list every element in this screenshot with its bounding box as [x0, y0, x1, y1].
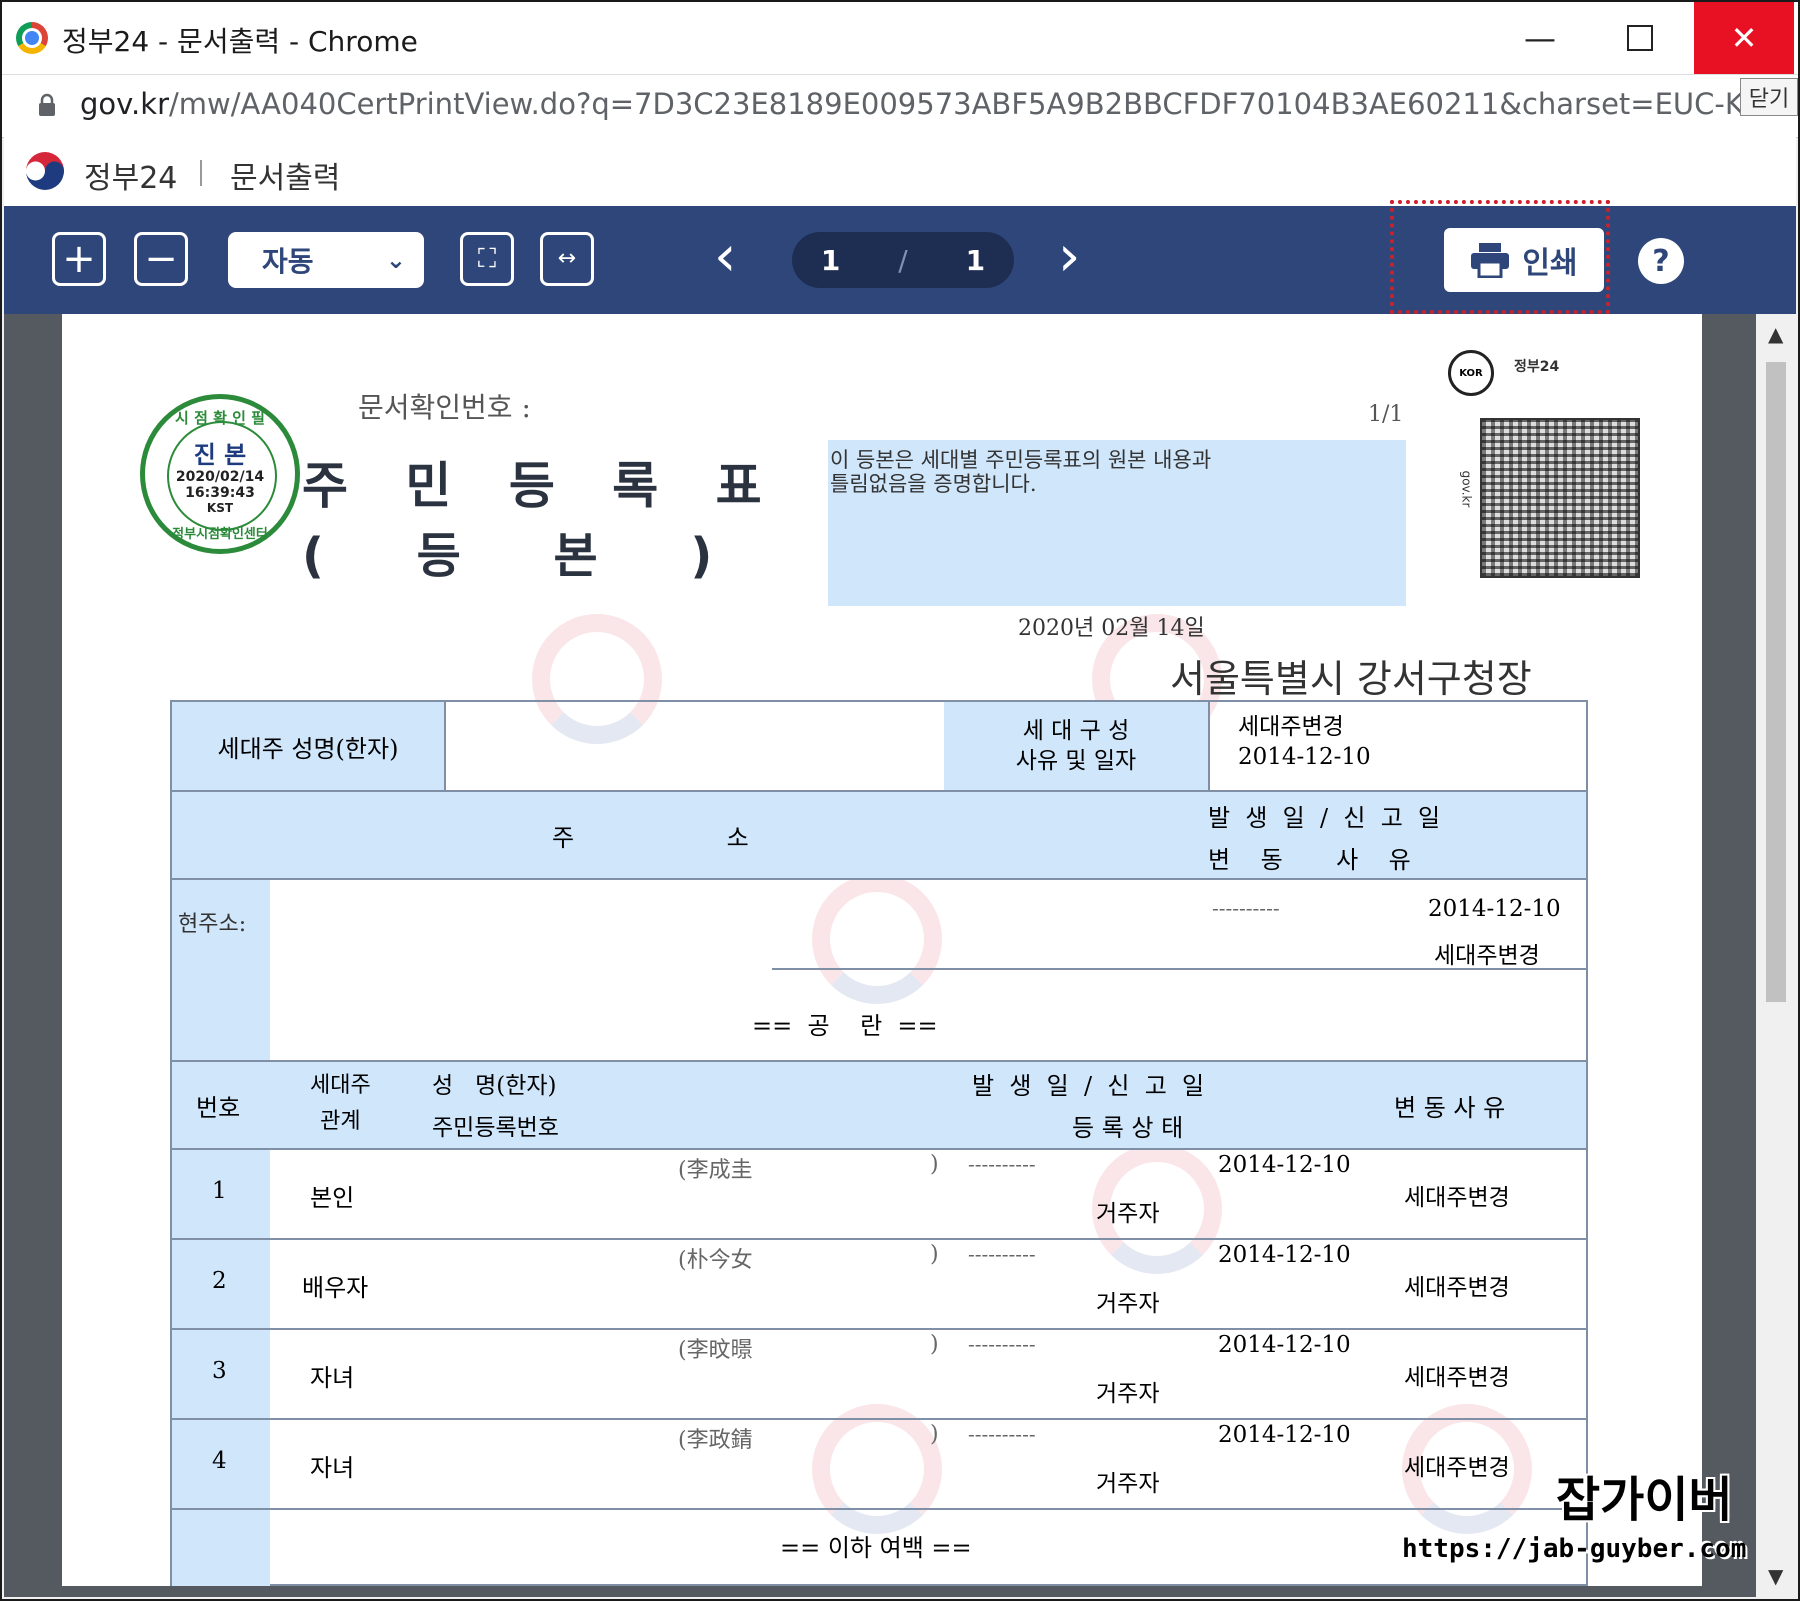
app-header: 정부24 문서출력 — [4, 136, 1796, 207]
current-addr-date: 2014-12-10 — [1428, 896, 1561, 922]
certification-stamp: 시 점 확 인 필 진 본 2020/02/14 16:39:43 KST 정부… — [140, 394, 300, 554]
fit-width-icon[interactable]: ↔ — [540, 232, 594, 286]
page-separator: / — [898, 243, 908, 277]
resident-table: 세대주 성명(한자) 세 대 구 성 사유 및 일자 세대주변경 2014-12… — [170, 700, 1588, 1586]
page-indicator: 1 / 1 — [792, 232, 1014, 288]
chrome-icon — [16, 22, 48, 54]
zoom-in-button[interactable]: + — [52, 232, 106, 286]
lock-icon — [39, 93, 55, 116]
print-highlight-box — [1390, 200, 1610, 314]
kor-seal-icon: KOR — [1448, 350, 1494, 396]
current-addr-dash: ---------- — [1212, 896, 1280, 920]
certification-text: 이 등본은 세대별 주민등록표의 원본 내용과 틀림없음을 증명합니다. — [828, 440, 1406, 606]
household-comp-label: 세 대 구 성 사유 및 일자 — [944, 702, 1210, 790]
maximize-button[interactable] — [1590, 2, 1690, 74]
doc-verify-label: 문서확인번호 : — [358, 391, 531, 424]
close-tab-button[interactable]: 닫기 — [1740, 78, 1798, 116]
member-rows: 1 본인 (李成圭 ) ---------- 2014-12-10 거주자 세대… — [172, 1150, 1586, 1510]
end-line: == 이하 여백 == — [780, 1534, 972, 1562]
address-header-row: 주 소 발 생 일 / 신 고 일 변 동 사 유 — [172, 790, 1586, 880]
table-row: 4 자녀 (李政錆 ) ---------- 2014-12-10 거주자 세대… — [172, 1420, 1586, 1510]
vertical-scrollbar[interactable]: ▲ ▼ — [1756, 314, 1796, 1597]
addr-header: 주 소 — [552, 824, 749, 852]
col-relation: 세대주 관계 — [310, 1073, 371, 1134]
page-total: 1 — [965, 243, 986, 277]
fit-page-icon[interactable]: ⛶ — [460, 232, 514, 286]
col-no: 번호 — [196, 1094, 241, 1122]
household-comp-value: 세대주변경 2014-12-10 — [1238, 714, 1371, 770]
qr-side-label: gov.kr — [1459, 470, 1474, 508]
page-name: 문서출력 — [230, 161, 341, 196]
overlay-brand: 잡가이버 — [1556, 1472, 1733, 1528]
col-date: 발 생 일 / 신 고 일 — [972, 1072, 1205, 1100]
prev-page-icon[interactable]: ‹ — [714, 224, 736, 289]
table-row: 1 본인 (李成圭 ) ---------- 2014-12-10 거주자 세대… — [172, 1150, 1586, 1240]
issue-date: 2020년 02월 14일 — [1018, 616, 1205, 641]
gov24-logo-icon — [24, 150, 66, 192]
head-name-value — [444, 702, 946, 790]
addr-change-header: 변 동 사 유 — [1208, 846, 1411, 874]
minimize-button[interactable]: — — [1490, 2, 1590, 74]
scroll-up-icon[interactable]: ▲ — [1768, 322, 1783, 346]
address-bar[interactable]: gov.kr/mw/AA040CertPrintView.do?q=7D3C23… — [2, 74, 1798, 138]
issuer-name: 서울특별시 강서구청장 — [1170, 657, 1532, 701]
blank-line: == 공 란 == — [752, 1012, 938, 1040]
next-page-icon[interactable]: › — [1058, 224, 1080, 289]
col-name: 성 명(한자) — [432, 1073, 557, 1099]
table-row: 2 배우자 (朴今女 ) ---------- 2014-12-10 거주자 세… — [172, 1240, 1586, 1330]
addr-date-header: 발 생 일 / 신 고 일 — [1208, 804, 1441, 832]
address-divider — [772, 968, 1586, 970]
col-status: 등 록 상 태 — [1072, 1114, 1184, 1142]
col-reason: 변 동 사 유 — [1394, 1094, 1506, 1122]
table-row: 3 자녀 (李旼暻 ) ---------- 2014-12-10 거주자 세대… — [172, 1330, 1586, 1420]
zoom-out-button[interactable]: − — [134, 232, 188, 286]
members-header-row: 번호 세대주 관계 성 명(한자) 주민등록번호 발 생 일 / 신 고 일 등… — [172, 1060, 1586, 1150]
zoom-select-value: 자동 — [262, 245, 314, 278]
col-rrn: 주민등록번호 — [432, 1115, 559, 1141]
document-title: 주 민 등 록 표 — [302, 457, 782, 515]
current-addr-label: 현주소: — [178, 912, 247, 937]
url-text[interactable]: gov.kr/mw/AA040CertPrintView.do?q=7D3C23… — [80, 87, 1764, 121]
page-current[interactable]: 1 — [821, 244, 840, 277]
help-button[interactable]: ? — [1638, 238, 1684, 284]
scroll-down-icon[interactable]: ▼ — [1768, 1564, 1783, 1588]
page-count: 1/1 — [1368, 402, 1404, 427]
document-page: 문서확인번호 : 1/1 시 점 확 인 필 진 본 2020/02/14 16… — [62, 314, 1702, 1586]
scroll-thumb[interactable] — [1766, 362, 1786, 1002]
window-title: 정부24 - 문서출력 - Chrome — [62, 25, 418, 58]
current-addr-reason: 세대주변경 — [1434, 943, 1540, 969]
close-window-button[interactable]: ✕ — [1694, 2, 1794, 74]
zoom-select[interactable]: 자동 ⌄ — [228, 232, 424, 288]
brand-name[interactable]: 정부24 — [84, 153, 177, 197]
qr-brand: 정부24 — [1514, 359, 1560, 375]
qr-code — [1480, 418, 1640, 578]
header-divider — [200, 160, 202, 186]
head-name-label: 세대주 성명(한자) — [172, 702, 446, 790]
chevron-down-icon: ⌄ — [385, 246, 406, 274]
document-subtitle: ( 등 본 ) — [302, 528, 721, 584]
overlay-url: https://jab-guyber.com — [1402, 1534, 1747, 1564]
